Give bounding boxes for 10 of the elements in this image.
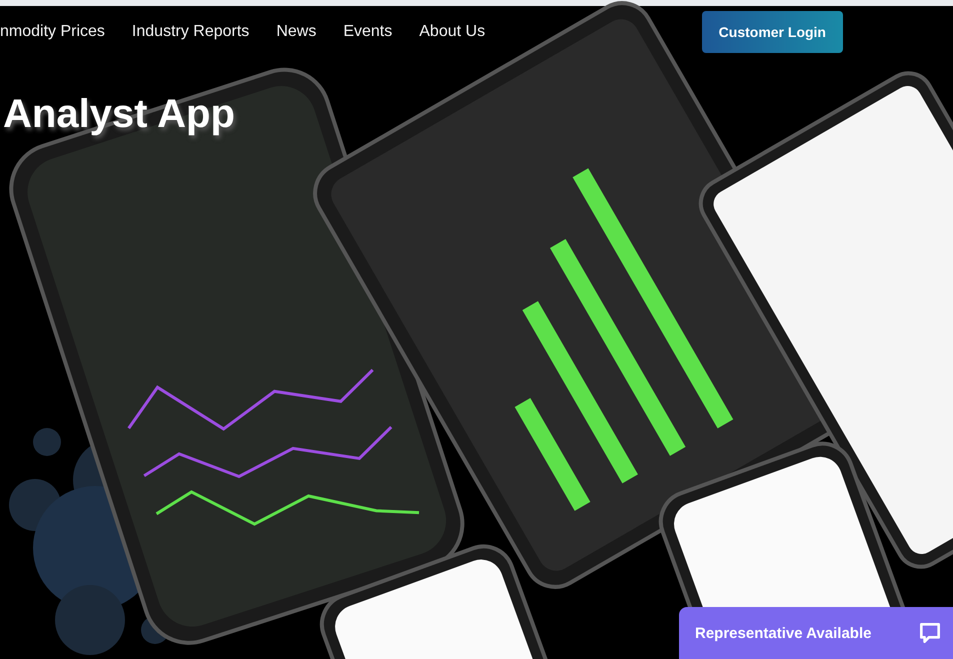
chat-icon [917, 620, 943, 646]
customer-login-button[interactable]: Customer Login [702, 11, 843, 53]
nav-link[interactable]: About Us [419, 23, 486, 41]
nav-link[interactable]: Events [343, 23, 392, 41]
nav-link[interactable]: News [276, 23, 316, 41]
chat-widget-button[interactable]: Representative Available [679, 607, 953, 659]
hero-title: Analyst App [3, 92, 235, 137]
nav-link[interactable]: nmodity Prices [0, 23, 105, 41]
chat-label: Representative Available [695, 624, 872, 642]
nav-link[interactable]: Industry Reports [132, 23, 250, 41]
